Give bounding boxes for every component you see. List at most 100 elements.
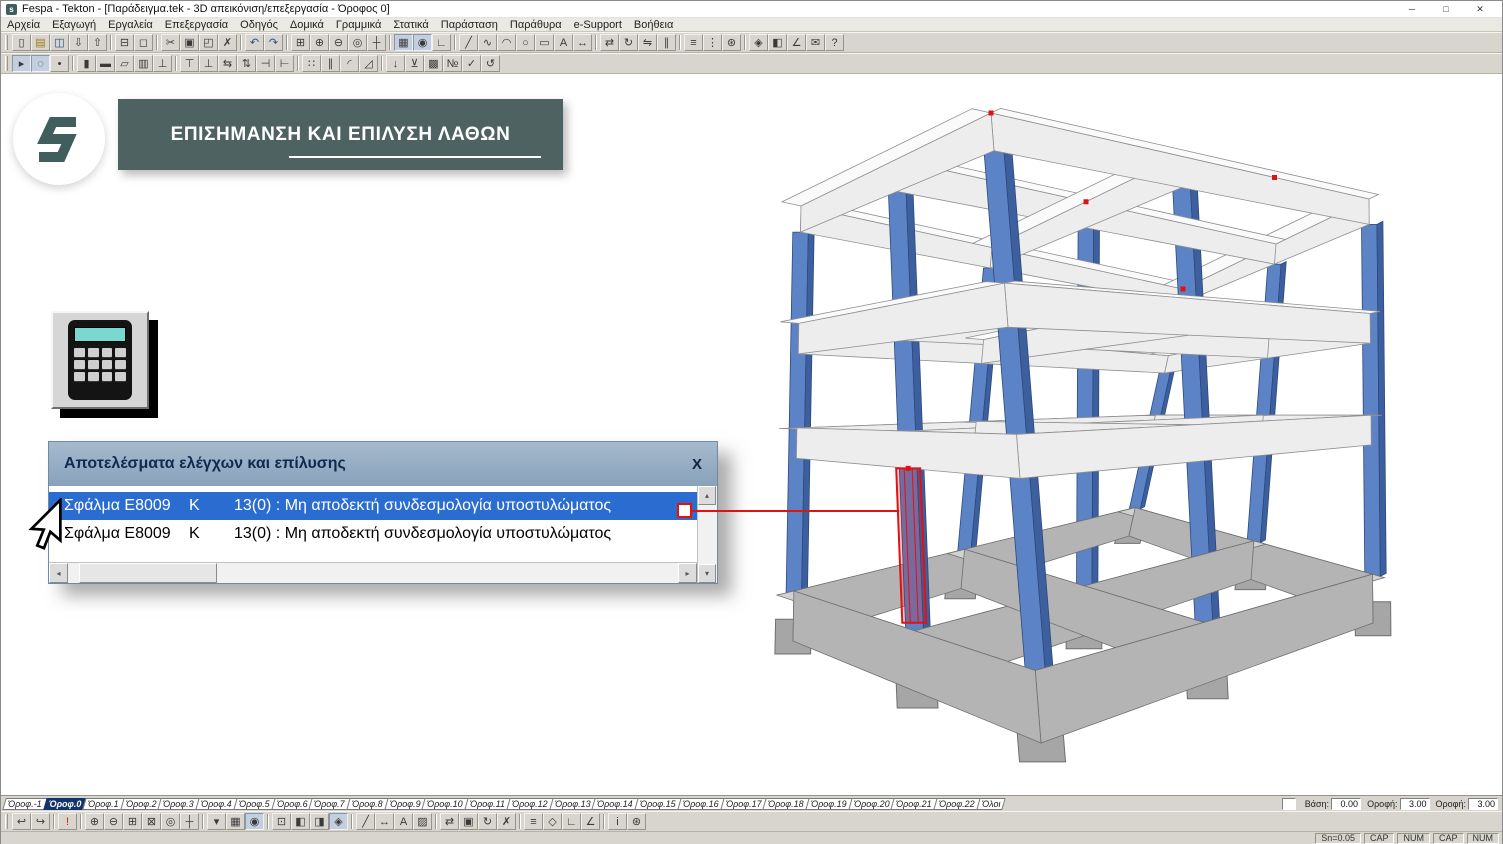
horizontal-scroll-track[interactable] <box>217 563 678 583</box>
slab-tool-button[interactable]: ▱ <box>115 55 134 72</box>
beam-tool-button[interactable]: ▬ <box>96 55 115 72</box>
help-button[interactable]: ? <box>825 34 844 51</box>
scroll-right-arrow-icon[interactable]: ▸ <box>678 563 697 583</box>
floor-tab-Όροφ.21[interactable]: Όροφ.21 <box>891 798 938 810</box>
zoom-window-button[interactable]: ⊞ <box>291 34 310 51</box>
e-support-mail-button[interactable]: ✉ <box>806 34 825 51</box>
wall-tool-button[interactable]: ▥ <box>134 55 153 72</box>
axes-button[interactable]: ∠ <box>787 34 806 51</box>
error-row[interactable]: Σφάλμα E8009 K 13(0) : Μη αποδεκτή συνδε… <box>49 520 697 548</box>
offset-copy-button[interactable]: ∥ <box>321 55 340 72</box>
line-button[interactable]: ╱ <box>459 34 478 51</box>
grid-button[interactable]: ▦ <box>394 34 413 51</box>
menu-item-Εργαλεία[interactable]: Εργαλεία <box>102 19 159 31</box>
undo-button[interactable]: ↶ <box>245 34 264 51</box>
paste-button[interactable]: ◰ <box>199 34 218 51</box>
floor-tab-Όροφ.13[interactable]: Όροφ.13 <box>549 798 596 810</box>
export-button[interactable]: ⇧ <box>88 34 107 51</box>
selection-filter-button[interactable]: ▾ <box>207 813 226 830</box>
layer-control-button[interactable]: ≡ <box>524 813 543 830</box>
view-side-button[interactable]: ◨ <box>310 813 329 830</box>
loads-button[interactable]: ↓ <box>386 55 405 72</box>
zoom-extents-button[interactable]: ◎ <box>348 34 367 51</box>
refresh-button[interactable]: ↺ <box>481 55 500 72</box>
select-window-button[interactable]: ◌ <box>31 55 50 72</box>
menu-item-Επεξεργασία[interactable]: Επεξεργασία <box>159 19 234 31</box>
floor-tab-Όροφ.9[interactable]: Όροφ.9 <box>384 798 426 810</box>
floor-tab-Όροφ.1[interactable]: Όροφ.1 <box>82 798 124 810</box>
offset-button[interactable]: ∥ <box>657 34 676 51</box>
zoom-out-button[interactable]: ⊖ <box>329 34 348 51</box>
menu-item-Στατικά[interactable]: Στατικά <box>387 19 434 31</box>
mesh-button[interactable]: ▩ <box>424 55 443 72</box>
floor-tab-Όροφ.11[interactable]: Όροφ.11 <box>464 798 510 810</box>
floor-tab-Όροφ.17[interactable]: Όροφ.17 <box>720 798 767 810</box>
cut-button[interactable]: ✂ <box>161 34 180 51</box>
info-button[interactable]: i <box>608 813 627 830</box>
align-bottom-button[interactable]: ⊥ <box>199 55 218 72</box>
import-button[interactable]: ⇩ <box>69 34 88 51</box>
zoom-extents-button[interactable]: ◎ <box>161 813 180 830</box>
layers-button[interactable]: ≡ <box>684 34 703 51</box>
distribute-vertical-button[interactable]: ⇅ <box>237 55 256 72</box>
scroll-up-arrow-icon[interactable]: ▴ <box>698 486 716 505</box>
floor-tab-Όροφ.20[interactable]: Όροφ.20 <box>848 798 895 810</box>
horizontal-scrollbar[interactable]: ◂ ▸ <box>49 562 697 583</box>
trim-button[interactable]: ⊣ <box>256 55 275 72</box>
polar-tracking-button[interactable]: ∠ <box>581 813 600 830</box>
text-button[interactable]: Α <box>554 34 573 51</box>
pan-button[interactable]: ┼ <box>367 34 386 51</box>
zoom-previous-button[interactable]: ⊠ <box>142 813 161 830</box>
check-model-button[interactable]: ✓ <box>462 55 481 72</box>
floor-tab-Όροφ.12[interactable]: Όροφ.12 <box>506 798 553 810</box>
rotate-tool-button[interactable]: ↻ <box>478 813 497 830</box>
view-front-button[interactable]: ◧ <box>291 813 310 830</box>
select-node-button[interactable]: • <box>50 55 69 72</box>
circle-button[interactable]: ○ <box>516 34 535 51</box>
dimension-button[interactable]: ↔ <box>573 34 592 51</box>
zoom-in-button[interactable]: ⊕ <box>310 34 329 51</box>
print-preview-button[interactable]: ◻ <box>134 34 153 51</box>
floor-tab-Όροφ.14[interactable]: Όροφ.14 <box>592 798 639 810</box>
zoom-window-button[interactable]: ⊞ <box>123 813 142 830</box>
column-tool-button[interactable]: ▮ <box>77 55 96 72</box>
horizontal-scroll-thumb[interactable] <box>79 563 217 583</box>
view-3d-button[interactable]: ◈ <box>329 813 348 830</box>
menu-item-Γραμμικά[interactable]: Γραμμικά <box>330 19 388 31</box>
minimize-button[interactable]: ─ <box>1395 4 1429 14</box>
line-tool-button[interactable]: ╱ <box>356 813 375 830</box>
copy-button[interactable]: ▣ <box>180 34 199 51</box>
menu-item-Αρχεία[interactable]: Αρχεία <box>1 19 46 31</box>
floor-field-value[interactable]: 3.00 <box>1468 798 1498 810</box>
dialog-close-button[interactable]: X <box>692 456 702 473</box>
dialog-title-bar[interactable]: Αποτελέσματα ελέγχων και επίλυσης X <box>49 442 717 486</box>
floor-tab-Όροφ.-1[interactable]: Όροφ.-1 <box>2 798 47 810</box>
polyline-button[interactable]: ∿ <box>478 34 497 51</box>
scroll-down-arrow-icon[interactable]: ▾ <box>698 564 716 583</box>
footing-tool-button[interactable]: ⊥ <box>153 55 172 72</box>
close-button[interactable]: ✕ <box>1463 4 1497 15</box>
zoom-out-button[interactable]: ⊖ <box>104 813 123 830</box>
numbering-button[interactable]: № <box>443 55 462 72</box>
error-list-button[interactable]: ! <box>58 813 77 830</box>
object-snap-button[interactable]: ◇ <box>543 813 562 830</box>
grid-toggle-button[interactable]: ▦ <box>226 813 245 830</box>
toolbar-grip[interactable] <box>5 35 8 50</box>
copy-tool-button[interactable]: ▣ <box>459 813 478 830</box>
3d-view-button[interactable]: ◈ <box>749 34 768 51</box>
toolbar-grip[interactable] <box>5 56 8 71</box>
delete-tool-button[interactable]: ✗ <box>497 813 516 830</box>
menu-item-Παράθυρα[interactable]: Παράθυρα <box>504 19 568 31</box>
save-file-button[interactable]: ◫ <box>50 34 69 51</box>
new-file-button[interactable]: ▯ <box>12 34 31 51</box>
arc-button[interactable]: ◠ <box>497 34 516 51</box>
3d-model-view[interactable] <box>1 74 1502 795</box>
floor-tab-Όροφ.10[interactable]: Όροφ.10 <box>422 798 469 810</box>
floor-tab-Όροφ.5[interactable]: Όροφ.5 <box>233 798 275 810</box>
floor-field-value[interactable]: 0.00 <box>1331 798 1361 810</box>
settings-button[interactable]: ⊛ <box>627 813 646 830</box>
next-view-button[interactable]: ↪ <box>31 813 50 830</box>
hatch-tool-button[interactable]: ▨ <box>413 813 432 830</box>
rotate-button[interactable]: ↻ <box>619 34 638 51</box>
align-top-button[interactable]: ⊤ <box>180 55 199 72</box>
